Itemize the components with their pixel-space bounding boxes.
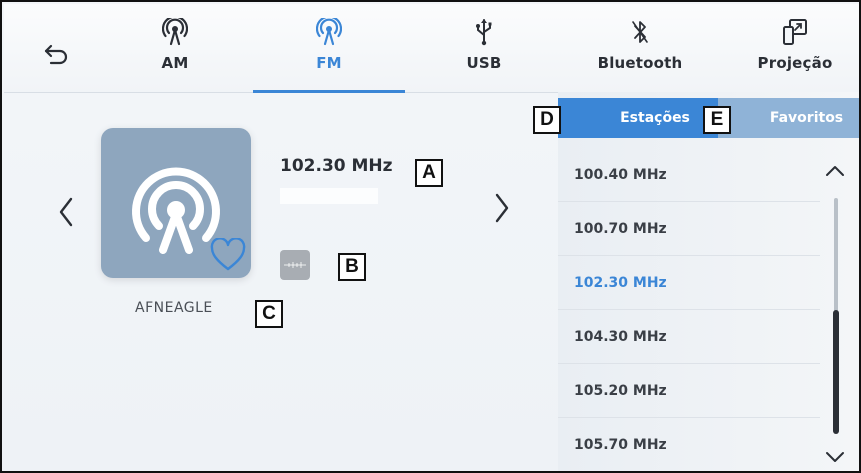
bluetooth-icon: [631, 16, 649, 48]
radio-text-area: [280, 188, 378, 204]
tab-stations[interactable]: Estações: [558, 98, 718, 138]
station-list-item-selected[interactable]: 102.30 MHz: [558, 256, 820, 310]
heart-icon: [210, 237, 246, 271]
tab-stations-label: Estações: [620, 110, 690, 126]
tab-fm[interactable]: FM: [269, 10, 389, 88]
next-station-button[interactable]: [488, 188, 516, 228]
tab-bluetooth[interactable]: Bluetooth: [580, 10, 700, 88]
chevron-up-icon: [826, 166, 844, 176]
back-icon: [44, 44, 68, 65]
tab-favorites[interactable]: Favoritos: [718, 98, 859, 138]
rds-indicator: [280, 250, 310, 280]
tab-favorites-label: Favoritos: [769, 110, 844, 126]
tab-bluetooth-label: Bluetooth: [597, 54, 683, 72]
callout-d: D: [533, 106, 561, 134]
callout-a: A: [415, 159, 443, 187]
station-list-item[interactable]: 104.30 MHz: [558, 310, 820, 364]
source-tab-bar: AM FM USB Bluetooth Projeção: [4, 4, 859, 93]
chevron-right-icon: [495, 193, 509, 223]
radio-antenna-icon: [316, 16, 342, 48]
scroll-down-button[interactable]: [822, 446, 848, 468]
tab-projection-label: Projeção: [757, 54, 833, 72]
radio-screen: AM FM USB Bluetooth Projeção 102.30 MHz …: [0, 0, 861, 473]
favorite-button[interactable]: [210, 237, 246, 272]
tab-projection[interactable]: Projeção: [735, 10, 855, 88]
tab-usb[interactable]: USB: [424, 10, 544, 88]
phone-projection-icon: [782, 16, 808, 48]
station-list-item[interactable]: 100.40 MHz: [558, 148, 820, 202]
usb-icon: [474, 16, 494, 48]
active-tab-indicator: [253, 90, 405, 93]
station-list-item[interactable]: 105.70 MHz: [558, 418, 820, 471]
tab-usb-label: USB: [466, 54, 502, 72]
radio-antenna-icon: [162, 16, 188, 48]
signal-wave-icon: [284, 262, 306, 268]
previous-station-button[interactable]: [52, 192, 80, 232]
callout-b: B: [338, 253, 366, 281]
callout-e: E: [703, 106, 731, 134]
chevron-down-icon: [826, 452, 844, 462]
chevron-left-icon: [59, 197, 73, 227]
scroll-up-button[interactable]: [822, 160, 848, 182]
station-list-item[interactable]: 100.70 MHz: [558, 202, 820, 256]
back-button[interactable]: [36, 34, 76, 74]
tab-am-label: AM: [161, 54, 189, 72]
tab-am[interactable]: AM: [115, 10, 235, 88]
callout-c: C: [255, 300, 283, 328]
station-name: AFNEAGLE: [135, 300, 213, 316]
tab-fm-label: FM: [316, 54, 342, 72]
scrollbar-thumb[interactable]: [833, 310, 839, 434]
current-frequency: 102.30 MHz: [280, 156, 393, 176]
station-list-item[interactable]: 105.20 MHz: [558, 364, 820, 418]
